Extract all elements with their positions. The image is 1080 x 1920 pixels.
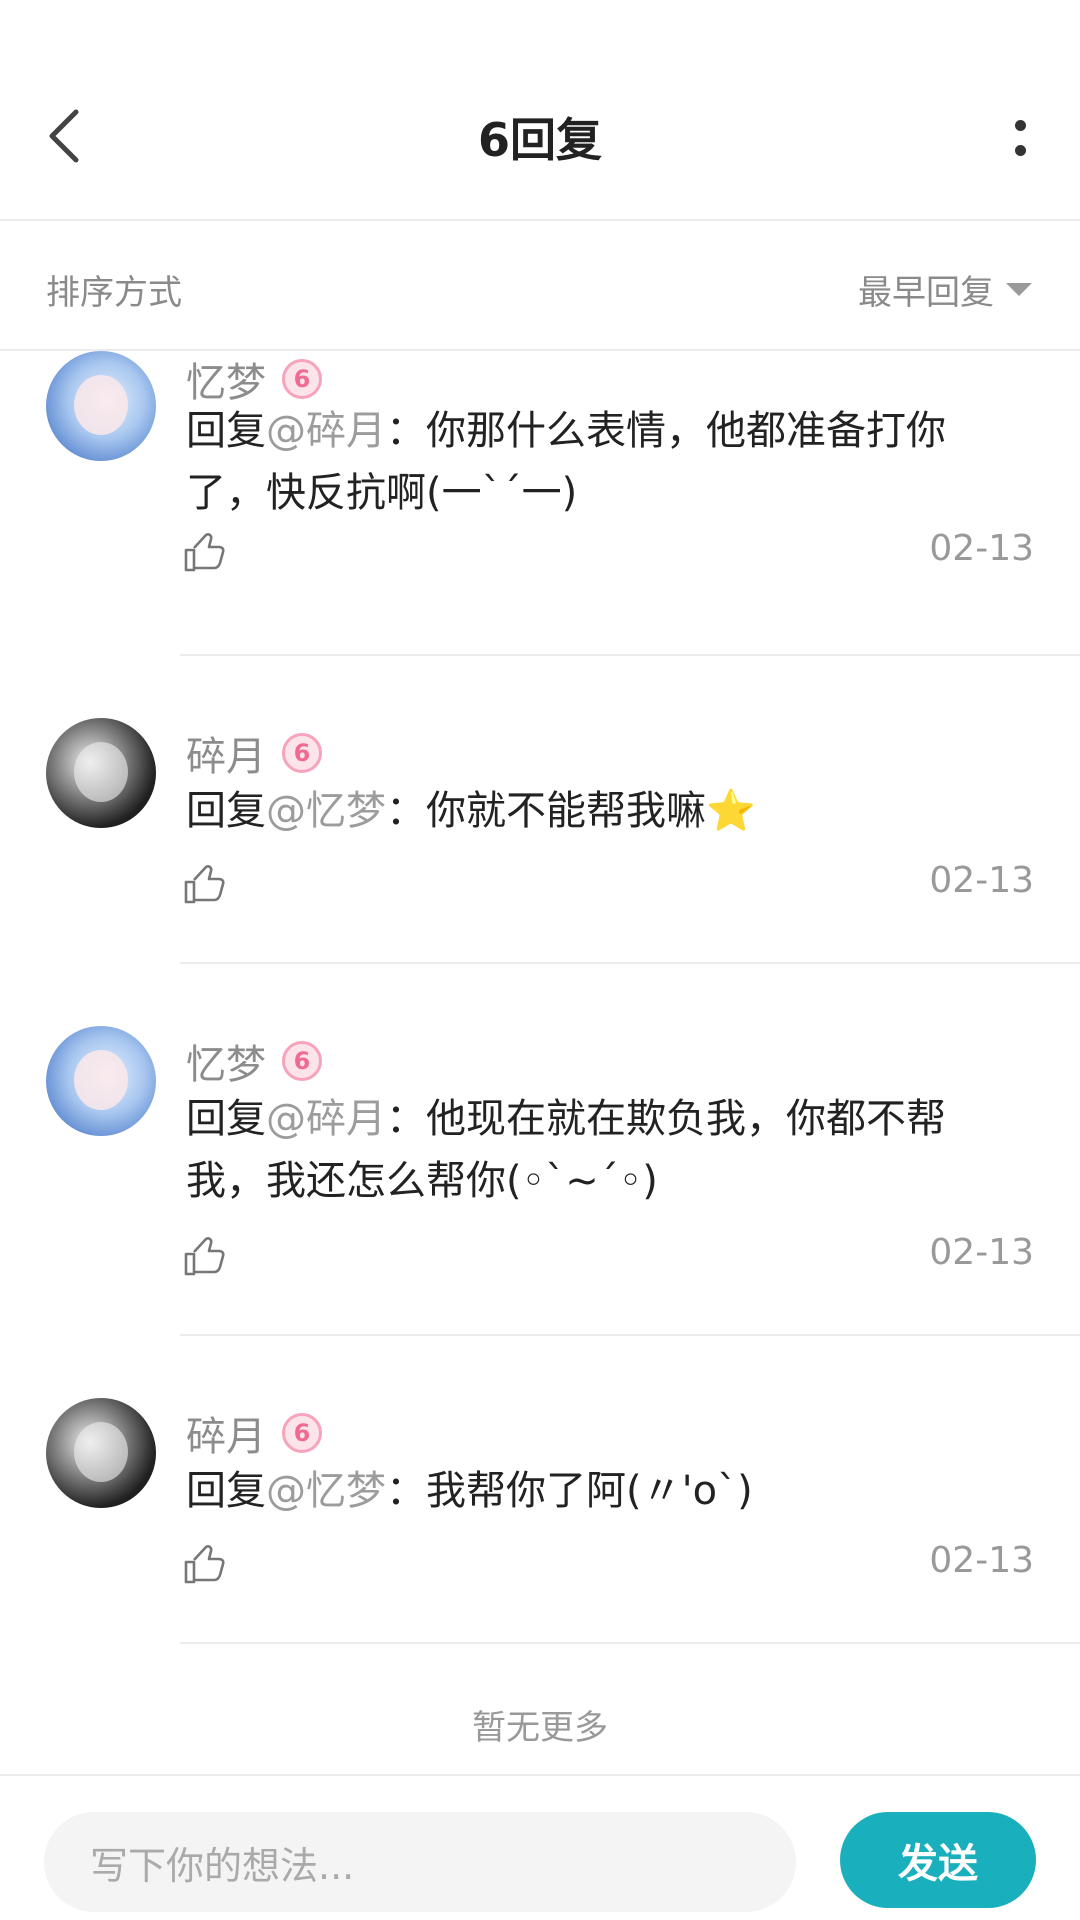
reply-input-placeholder: 写下你的想法... <box>90 1843 355 1888</box>
caret-down-icon <box>1006 283 1032 296</box>
level-badge: 6 <box>282 733 322 773</box>
avatar[interactable] <box>46 718 156 828</box>
mention[interactable]: @碎月 <box>266 1096 386 1142</box>
more-options-icon[interactable] <box>1008 114 1032 164</box>
avatar[interactable] <box>46 1398 156 1508</box>
comment-date: 02-13 <box>929 860 1034 901</box>
comment-content: ：我帮你了阿(〃'o`) <box>386 1468 753 1514</box>
avatar[interactable] <box>46 351 156 461</box>
no-more-text: 暂无更多 <box>472 1708 608 1748</box>
header: 6回复 <box>0 0 1080 221</box>
mention[interactable]: @碎月 <box>266 408 386 454</box>
sort-bar: 排序方式 最早回复 <box>0 221 1080 351</box>
comment-date: 02-13 <box>929 1232 1034 1273</box>
comment-item: 忆梦 6 回复@碎月：他现在就在欺负我，你都不帮我，我还怎么帮你(◦`~´◦) … <box>0 964 1080 1336</box>
author-row: 碎月 6 <box>186 1404 322 1462</box>
composer-bar: 写下你的想法... 发送 <box>0 1774 1080 1920</box>
thumbs-up-icon[interactable] <box>182 1234 226 1278</box>
mention[interactable]: @忆梦 <box>266 1468 386 1514</box>
author-name[interactable]: 碎月 <box>186 1404 266 1462</box>
comment-date: 02-13 <box>929 1540 1034 1581</box>
avatar[interactable] <box>46 1026 156 1136</box>
author-name[interactable]: 碎月 <box>186 724 266 782</box>
comment-text: 回复@碎月：他现在就在欺负我，你都不帮我，我还怎么帮你(◦`~´◦) <box>186 1088 986 1212</box>
reply-prefix: 回复 <box>186 1468 266 1514</box>
reply-input[interactable]: 写下你的想法... <box>44 1812 796 1912</box>
sort-selected-value: 最早回复 <box>858 273 994 313</box>
sort-dropdown[interactable]: 最早回复 <box>858 265 1032 314</box>
page-title: 6回复 <box>477 113 602 167</box>
divider <box>180 1642 1080 1644</box>
level-badge: 6 <box>282 1041 322 1081</box>
comment-text: 回复@忆梦：我帮你了阿(〃'o`) <box>186 1460 986 1522</box>
author-name[interactable]: 忆梦 <box>186 1032 266 1090</box>
reply-page: 6回复 排序方式 最早回复 忆梦 6 回复@碎月：你那什么表情，他都准备打你了，… <box>0 0 1080 1920</box>
comment-list: 忆梦 6 回复@碎月：你那什么表情，他都准备打你了，快反抗啊(一`´一) 02-… <box>0 340 1080 1644</box>
thumbs-up-icon[interactable] <box>182 862 226 906</box>
comment-item: 碎月 6 回复@忆梦：你就不能帮我嘛⭐ 02-13 <box>0 656 1080 964</box>
thumbs-up-icon[interactable] <box>182 530 226 574</box>
comment-content: ：你就不能帮我嘛⭐ <box>386 788 756 834</box>
author-row: 忆梦 6 <box>186 1032 322 1090</box>
sort-label: 排序方式 <box>46 273 182 313</box>
level-badge: 6 <box>282 359 322 399</box>
mention[interactable]: @忆梦 <box>266 788 386 834</box>
reply-prefix: 回复 <box>186 408 266 454</box>
level-badge: 6 <box>282 1413 322 1453</box>
send-button[interactable]: 发送 <box>840 1812 1036 1908</box>
comment-text: 回复@忆梦：你就不能帮我嘛⭐ <box>186 780 986 842</box>
comment-item: 忆梦 6 回复@碎月：你那什么表情，他都准备打你了，快反抗啊(一`´一) 02-… <box>0 340 1080 656</box>
author-row: 碎月 6 <box>186 724 322 782</box>
reply-prefix: 回复 <box>186 788 266 834</box>
comment-text: 回复@碎月：你那什么表情，他都准备打你了，快反抗啊(一`´一) <box>186 400 986 524</box>
comment-item: 碎月 6 回复@忆梦：我帮你了阿(〃'o`) 02-13 <box>0 1336 1080 1644</box>
reply-prefix: 回复 <box>186 1096 266 1142</box>
thumbs-up-icon[interactable] <box>182 1542 226 1586</box>
comment-date: 02-13 <box>929 528 1034 569</box>
